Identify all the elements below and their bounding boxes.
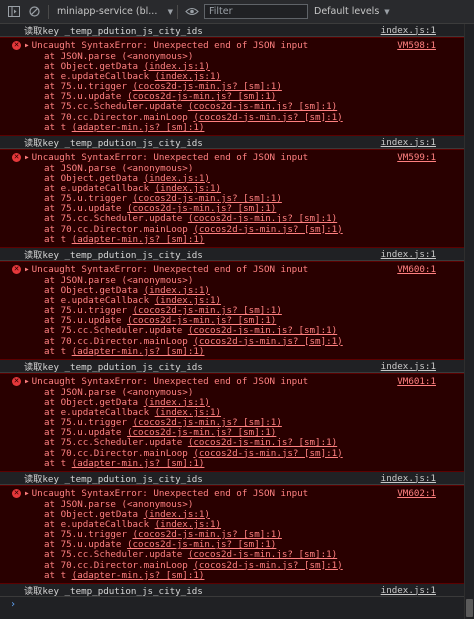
- log-text: 读取key _temp_pdution_js_city_ids: [24, 138, 203, 149]
- source-link[interactable]: VM601:1: [397, 376, 436, 387]
- error-icon: ✕: [12, 153, 21, 163]
- error-message: ✕ ▶ Uncaught SyntaxError: Unexpected end…: [0, 261, 464, 360]
- stack-source-link[interactable]: (cocos2d-js-min.js? [sm]:1): [193, 448, 342, 459]
- clear-console-icon[interactable]: [24, 2, 44, 22]
- source-link[interactable]: index.js:1: [381, 249, 436, 260]
- stack-frame: at t (adapter-min.js? [sm]:1): [44, 233, 205, 245]
- log-message: 读取key _temp_pdution_js_city_ids index.js…: [0, 472, 464, 485]
- stack-frame: at t (adapter-min.js? [sm]:1): [44, 457, 205, 469]
- prompt-chevron-icon: ›: [10, 598, 17, 610]
- error-icon: ✕: [12, 41, 21, 51]
- stack-source-link[interactable]: (cocos2d-js-min.js? [sm]:1): [193, 336, 342, 347]
- levels-label: Default levels: [314, 6, 380, 17]
- chevron-down-icon: ▼: [167, 7, 173, 16]
- error-message: ✕ ▶ Uncaught SyntaxError: Unexpected end…: [0, 373, 464, 472]
- stack-source-link[interactable]: (cocos2d-js-min.js? [sm]:1): [193, 560, 342, 571]
- stack-frame: at t (adapter-min.js? [sm]:1): [44, 345, 205, 357]
- source-link[interactable]: VM598:1: [397, 40, 436, 51]
- stack-source-link[interactable]: (adapter-min.js? [sm]:1): [72, 234, 205, 245]
- stack-frame: at t (adapter-min.js? [sm]:1): [44, 569, 205, 581]
- vertical-scrollbar[interactable]: [464, 24, 474, 619]
- stack-source-link[interactable]: (adapter-min.js? [sm]:1): [72, 570, 205, 581]
- source-link[interactable]: index.js:1: [381, 25, 436, 36]
- log-message: 读取key _temp_pdution_js_city_ids index.js…: [0, 360, 464, 373]
- chevron-down-icon: ▼: [384, 7, 390, 16]
- expand-triangle-icon[interactable]: ▶: [25, 42, 29, 49]
- stack-source-link[interactable]: (adapter-min.js? [sm]:1): [72, 458, 205, 469]
- expand-triangle-icon[interactable]: ▶: [25, 378, 29, 385]
- console-prompt[interactable]: ›: [0, 597, 464, 611]
- stack-frame: at t (adapter-min.js? [sm]:1): [44, 121, 205, 133]
- stack-source-link[interactable]: (cocos2d-js-min.js? [sm]:1): [193, 224, 342, 235]
- stack-source-link[interactable]: (adapter-min.js? [sm]:1): [72, 122, 205, 133]
- log-message: 读取key _temp_pdution_js_city_ids index.js…: [0, 24, 464, 37]
- error-message: ✕ ▶ Uncaught SyntaxError: Unexpected end…: [0, 485, 464, 584]
- log-message: 读取key _temp_pdution_js_city_ids index.js…: [0, 248, 464, 261]
- context-selector[interactable]: miniapp-service (bl... ▼: [53, 6, 173, 17]
- log-text: 读取key _temp_pdution_js_city_ids: [24, 362, 203, 373]
- log-levels-dropdown[interactable]: Default levels ▼: [314, 6, 390, 17]
- log-message: 读取key _temp_pdution_js_city_ids index.js…: [0, 584, 464, 597]
- filter-input[interactable]: [204, 4, 308, 19]
- toggle-sidebar-icon[interactable]: [4, 2, 24, 22]
- console-toolbar: miniapp-service (bl... ▼ Default levels …: [0, 0, 474, 24]
- error-message: ✕ ▶ Uncaught SyntaxError: Unexpected end…: [0, 37, 464, 136]
- context-label: miniapp-service (bl...: [57, 6, 158, 17]
- source-link[interactable]: index.js:1: [381, 361, 436, 372]
- source-link[interactable]: index.js:1: [381, 137, 436, 148]
- toolbar-divider: [48, 4, 49, 19]
- error-icon: ✕: [12, 265, 21, 275]
- error-message: ✕ ▶ Uncaught SyntaxError: Unexpected end…: [0, 149, 464, 248]
- console-messages: 读取key _temp_pdution_js_city_ids index.js…: [0, 24, 464, 619]
- eye-icon[interactable]: [182, 2, 202, 22]
- toolbar-divider: [177, 4, 178, 19]
- source-link[interactable]: index.js:1: [381, 473, 436, 484]
- scrollbar-thumb[interactable]: [466, 599, 473, 617]
- stack-source-link[interactable]: (cocos2d-js-min.js? [sm]:1): [193, 112, 342, 123]
- source-link[interactable]: VM599:1: [397, 152, 436, 163]
- log-message: 读取key _temp_pdution_js_city_ids index.js…: [0, 136, 464, 149]
- source-link[interactable]: VM602:1: [397, 488, 436, 499]
- log-text: 读取key _temp_pdution_js_city_ids: [24, 26, 203, 37]
- expand-triangle-icon[interactable]: ▶: [25, 154, 29, 161]
- source-link[interactable]: VM600:1: [397, 264, 436, 275]
- stack-source-link[interactable]: (adapter-min.js? [sm]:1): [72, 346, 205, 357]
- expand-triangle-icon[interactable]: ▶: [25, 490, 29, 497]
- log-text: 读取key _temp_pdution_js_city_ids: [24, 250, 203, 261]
- error-icon: ✕: [12, 377, 21, 387]
- log-text: 读取key _temp_pdution_js_city_ids: [24, 586, 203, 597]
- log-text: 读取key _temp_pdution_js_city_ids: [24, 474, 203, 485]
- error-icon: ✕: [12, 489, 21, 499]
- source-link[interactable]: index.js:1: [381, 585, 436, 596]
- expand-triangle-icon[interactable]: ▶: [25, 266, 29, 273]
